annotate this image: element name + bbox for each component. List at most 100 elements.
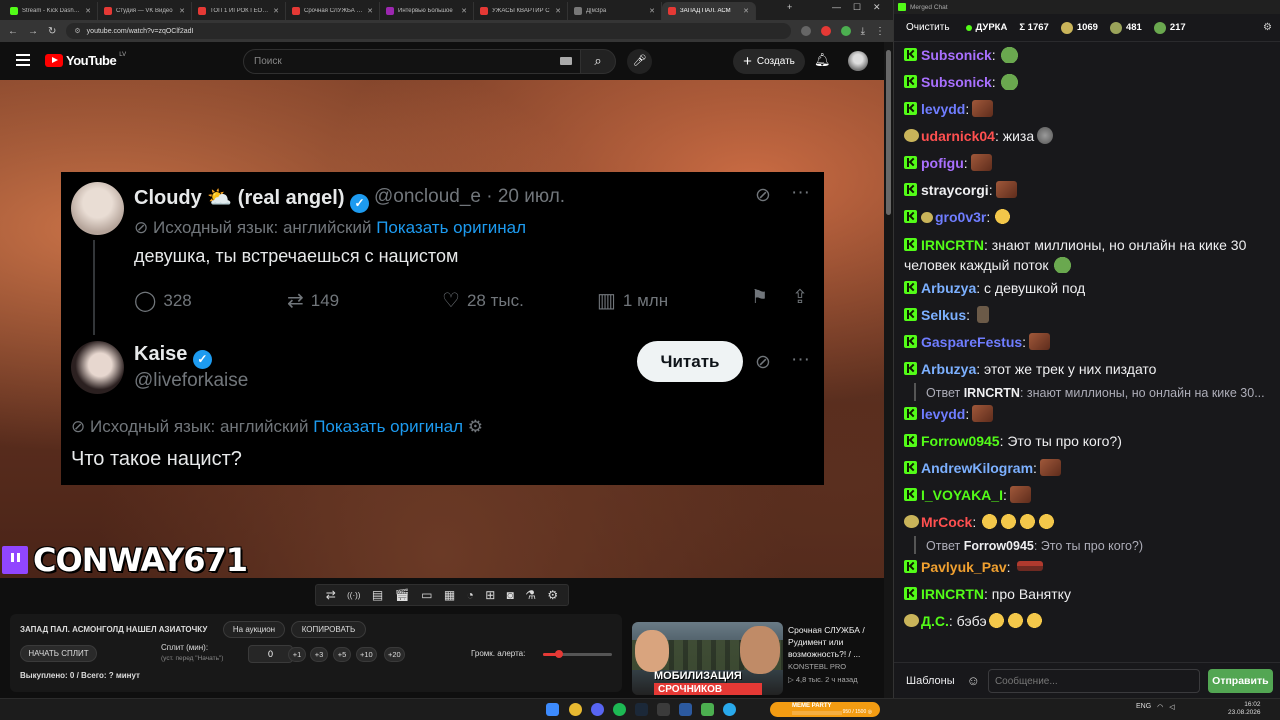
recommended-title[interactable]: Срочная СЛУЖБА / Рудимент или возможност…	[788, 624, 880, 660]
chat-username[interactable]: Subsonick	[921, 47, 992, 63]
chat-username[interactable]: Pavlyuk_Pav	[921, 559, 1007, 575]
browser-tab[interactable]: Срочная СЛУЖБА / Р ✕	[286, 2, 380, 20]
flask-icon[interactable]: ⚗	[525, 588, 536, 602]
spotify-icon[interactable]	[613, 703, 626, 716]
film-icon[interactable]: ▦	[444, 588, 455, 602]
extension-icon[interactable]	[840, 26, 851, 36]
user-avatar[interactable]	[848, 51, 868, 71]
close-tab-icon[interactable]: ✕	[743, 7, 749, 15]
templates-button[interactable]: Шаблоны	[902, 671, 959, 691]
youtube-logo[interactable]: YouTube LV	[45, 52, 126, 68]
forward-icon[interactable]: →	[28, 26, 38, 37]
chat-username[interactable]: I_VOYAKA_I	[921, 487, 1003, 503]
chrome-icon[interactable]	[569, 703, 582, 716]
chat-username[interactable]: levydd	[921, 101, 965, 117]
recommended-channel[interactable]: KONSTEBL PRO	[788, 662, 846, 671]
recommended-video[interactable]: МОБИЛИЗАЦИЯ СРОЧНИКОВ Срочная СЛУЖБА / Р…	[632, 622, 882, 695]
send-button[interactable]: Отправить	[1207, 668, 1273, 693]
chat-username[interactable]: pofigu	[921, 155, 964, 171]
more-options-icon[interactable]: ···	[791, 182, 810, 204]
url-field[interactable]: ⚙ youtube.com/watch?v=zqOClf2adI	[66, 23, 791, 39]
reload-icon[interactable]: ↻	[48, 26, 56, 37]
app-icon[interactable]	[701, 703, 714, 716]
scrollbar-thumb[interactable]	[886, 50, 891, 215]
app-icon[interactable]	[679, 703, 692, 716]
repost-count[interactable]: ⇄ 149	[287, 288, 339, 313]
chat-username[interactable]: straycorgi	[921, 182, 989, 198]
chat-username[interactable]: Forrow0945	[921, 433, 1000, 449]
chat-username[interactable]: Arbuzya	[921, 361, 976, 377]
clapper-icon[interactable]: 🎬︎	[395, 588, 410, 602]
notifications-bell-icon[interactable]: 🔔︎	[814, 52, 831, 68]
keyboard-icon[interactable]	[560, 57, 572, 65]
chat-username[interactable]: AndrewKilogram	[921, 460, 1033, 476]
message-input[interactable]: Сообщение...	[987, 668, 1200, 693]
app-icon[interactable]	[591, 703, 604, 716]
add-icon[interactable]: ⊞	[485, 588, 495, 602]
subtitles-icon[interactable]: ▤	[372, 588, 383, 602]
reply-count[interactable]: ◯ 328	[134, 288, 192, 313]
speed-icon[interactable]: ◔	[467, 588, 474, 602]
chat-username[interactable]: gro0v3r	[935, 209, 986, 225]
show-original-link[interactable]: Показать оригинал	[376, 218, 526, 237]
alert-volume-slider[interactable]	[543, 650, 612, 658]
emoji-icon[interactable]: ☺	[967, 673, 980, 688]
create-button[interactable]: + Создать	[733, 49, 805, 74]
voice-search-button[interactable]: 🎤︎	[627, 49, 652, 74]
grok-icon[interactable]: ⊘	[755, 351, 771, 374]
screenshot-icon[interactable]: ◙	[507, 588, 514, 602]
increment-button[interactable]: +1	[288, 647, 306, 662]
copy-button[interactable]: КОПИРОВАТЬ	[291, 621, 366, 638]
chat-messages[interactable]: Subsonick: Subsonick: levydd: udarnick04: ж…	[894, 42, 1280, 662]
wifi-icon[interactable]: ◠	[1157, 703, 1163, 711]
browser-tab[interactable]: Студия — VK Видео ✕	[98, 2, 192, 20]
view-count[interactable]: ▥ 1 млн	[597, 288, 668, 313]
follow-button[interactable]: Читать	[637, 341, 743, 382]
telegram-icon[interactable]	[723, 703, 736, 716]
chat-username[interactable]: IRNCRTN	[921, 237, 984, 253]
chat-username[interactable]: GaspareFestus	[921, 334, 1022, 350]
browser-tab[interactable]: УЖАСЫ КВАРТИР С ✕	[474, 2, 568, 20]
clear-chat-button[interactable]: Очистить	[902, 19, 954, 36]
app-icon[interactable]	[657, 703, 670, 716]
chat-username[interactable]: levydd	[921, 406, 965, 422]
chat-username[interactable]: Д.С.	[921, 613, 949, 629]
chat-username[interactable]: udarnick04	[921, 128, 995, 144]
hamburger-menu-icon[interactable]	[16, 54, 30, 69]
close-tab-icon[interactable]: ✕	[367, 7, 373, 15]
auction-button[interactable]: На аукцион	[223, 621, 285, 638]
download-icon[interactable]: ⤓	[861, 26, 865, 37]
search-input[interactable]: Поиск	[243, 49, 583, 74]
search-button[interactable]: ⌕	[580, 49, 616, 74]
close-tab-icon[interactable]: ✕	[649, 7, 655, 15]
clock[interactable]: 16:02 23.08.2026	[1228, 701, 1261, 717]
site-info-icon[interactable]: ⚙	[74, 27, 80, 35]
new-tab-button[interactable]: +	[787, 2, 792, 12]
steam-icon[interactable]	[635, 703, 648, 716]
increment-button[interactable]: +10	[356, 647, 377, 662]
window-icon[interactable]: ▭	[421, 588, 432, 602]
settings-icon[interactable]: ⚙	[547, 588, 558, 602]
chat-username[interactable]: IRNCRTN	[921, 586, 984, 602]
browser-tab[interactable]: ТОП 1 ИГРОК ГЕОГЕС ✕	[192, 2, 286, 20]
close-tab-icon[interactable]: ✕	[273, 7, 279, 15]
like-count[interactable]: ♡ 28 тыс.	[442, 288, 524, 313]
browser-tab[interactable]: Д[мЗра ✕	[568, 2, 662, 20]
page-scrollbar[interactable]	[884, 42, 893, 698]
video-thumbnail[interactable]: МОБИЛИЗАЦИЯ СРОЧНИКОВ	[632, 622, 783, 695]
split-minutes-input[interactable]: 0	[248, 645, 293, 663]
increment-button[interactable]: +5	[333, 647, 351, 662]
chat-username[interactable]: Selkus	[921, 307, 966, 323]
meme-party-widget[interactable]: MEME PARTY 950 / 1500 ◎	[770, 702, 880, 717]
chat-username[interactable]: Subsonick	[921, 74, 992, 90]
slider-handle[interactable]	[554, 650, 563, 658]
browser-tab[interactable]: ЗАПАД ПАЛ. АСМ ✕	[662, 2, 756, 20]
close-window-button[interactable]: ✕	[873, 2, 881, 13]
lang-indicator[interactable]: ENG	[1136, 703, 1151, 711]
video-player[interactable]: Cloudy ⛅ (real angel) ✓ @oncloud_e · 20 …	[0, 80, 884, 578]
grok-icon[interactable]: ⊘	[755, 184, 771, 207]
chat-username[interactable]: MrCock	[921, 514, 972, 530]
close-tab-icon[interactable]: ✕	[461, 7, 467, 15]
increment-button[interactable]: +20	[384, 647, 405, 662]
gear-icon[interactable]: ⚙	[468, 417, 483, 436]
